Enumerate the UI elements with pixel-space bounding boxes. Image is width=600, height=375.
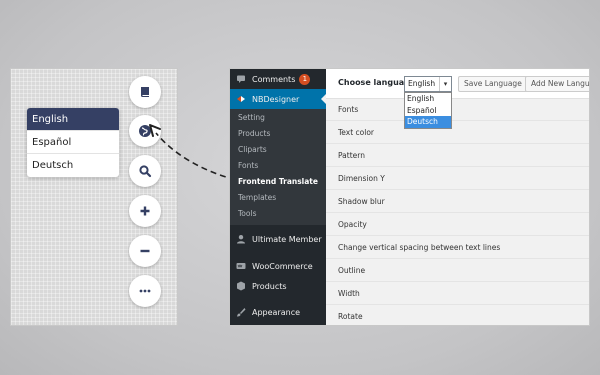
- nbdesigner-submenu: Setting Products Cliparts Fonts Frontend…: [230, 109, 326, 225]
- language-button[interactable]: [129, 115, 161, 147]
- more-icon: [139, 289, 151, 293]
- language-menu: English Español Deutsch: [27, 108, 119, 177]
- translate-row-shadow-blur: Shadow blur: [326, 190, 589, 213]
- zoom-in-button[interactable]: [129, 195, 161, 227]
- sidebar-item-nbdesigner[interactable]: NBDesigner: [230, 89, 326, 109]
- translate-row-outline: Outline: [326, 259, 589, 282]
- translate-row-pattern: Pattern: [326, 144, 589, 167]
- translate-row-dimension-y: Dimension Y: [326, 167, 589, 190]
- language-option-espanol[interactable]: Español: [27, 131, 119, 154]
- sidebar-item-woocommerce[interactable]: WooCommerce: [230, 256, 326, 276]
- sidebar-item-comments[interactable]: Comments 1: [230, 69, 326, 89]
- submenu-item-fonts[interactable]: Fonts: [238, 161, 258, 170]
- admin-sidebar: Comments 1 NBDesigner Setting Products C…: [230, 69, 326, 325]
- language-option-deutsch[interactable]: Deutsch: [27, 154, 119, 177]
- submenu-item-products[interactable]: Products: [238, 129, 270, 138]
- sidebar-item-label: Products: [252, 281, 287, 291]
- language-dropdown: English Español Deutsch: [404, 92, 452, 129]
- minus-icon: [140, 249, 150, 253]
- woocommerce-icon: [236, 263, 246, 269]
- language-option-english[interactable]: English: [27, 108, 119, 131]
- dropdown-option-english[interactable]: English: [405, 93, 451, 105]
- language-select-value: English: [408, 79, 436, 88]
- book-button[interactable]: [129, 76, 161, 108]
- sidebar-item-ultimate-member[interactable]: Ultimate Member: [230, 229, 326, 249]
- sidebar-item-label: Comments: [252, 74, 296, 84]
- translate-row-opacity: Opacity: [326, 213, 589, 236]
- translate-settings: Choose language English ▾ Save Language …: [326, 69, 589, 325]
- dropdown-option-espanol[interactable]: Español: [405, 105, 451, 117]
- comment-icon: [237, 75, 245, 83]
- submenu-item-setting[interactable]: Setting: [238, 113, 265, 122]
- sidebar-item-label: Appearance: [252, 307, 301, 317]
- translate-row-fonts: Fonts: [326, 98, 589, 121]
- search-button[interactable]: [129, 155, 161, 187]
- nbdesigner-icon: [237, 96, 245, 102]
- add-new-language-button[interactable]: Add New Language: [525, 76, 589, 92]
- language-select[interactable]: English ▾: [404, 76, 452, 92]
- translate-row-rotate: Rotate: [326, 305, 589, 325]
- submenu-item-tools[interactable]: Tools: [238, 209, 256, 218]
- sidebar-item-label: NBDesigner: [252, 94, 300, 104]
- plus-icon: [140, 206, 150, 216]
- globe-icon: [139, 125, 151, 137]
- sidebar-item-products[interactable]: Products: [230, 276, 326, 296]
- translate-row-text-color: Text color: [326, 121, 589, 144]
- products-icon: [237, 281, 245, 291]
- zoom-out-button[interactable]: [129, 235, 161, 267]
- more-button[interactable]: [129, 275, 161, 307]
- book-icon: [141, 87, 149, 97]
- save-language-button[interactable]: Save Language: [458, 76, 528, 92]
- submenu-item-frontend-translate[interactable]: Frontend Translate: [238, 177, 318, 186]
- translate-row-width: Width: [326, 282, 589, 305]
- brush-icon: [237, 308, 246, 317]
- translate-row-vertical-spacing: Change vertical spacing between text lin…: [326, 236, 589, 259]
- choose-language-row: Choose language English ▾ Save Language …: [326, 69, 589, 99]
- submenu-item-cliparts[interactable]: Cliparts: [238, 145, 267, 154]
- search-icon: [139, 165, 152, 178]
- submenu-item-templates[interactable]: Templates: [238, 193, 276, 202]
- comments-count-badge: 1: [299, 73, 311, 85]
- sidebar-item-label: Ultimate Member: [252, 234, 322, 244]
- sidebar-item-appearance[interactable]: Appearance: [230, 302, 326, 322]
- editor-preview-panel: English Español Deutsch: [10, 68, 178, 326]
- user-icon: [237, 235, 245, 244]
- admin-panel: Comments 1 NBDesigner Setting Products C…: [229, 68, 590, 326]
- sidebar-item-label: WooCommerce: [252, 261, 313, 271]
- dropdown-option-deutsch[interactable]: Deutsch: [405, 116, 451, 128]
- chevron-down-icon: ▾: [439, 77, 451, 91]
